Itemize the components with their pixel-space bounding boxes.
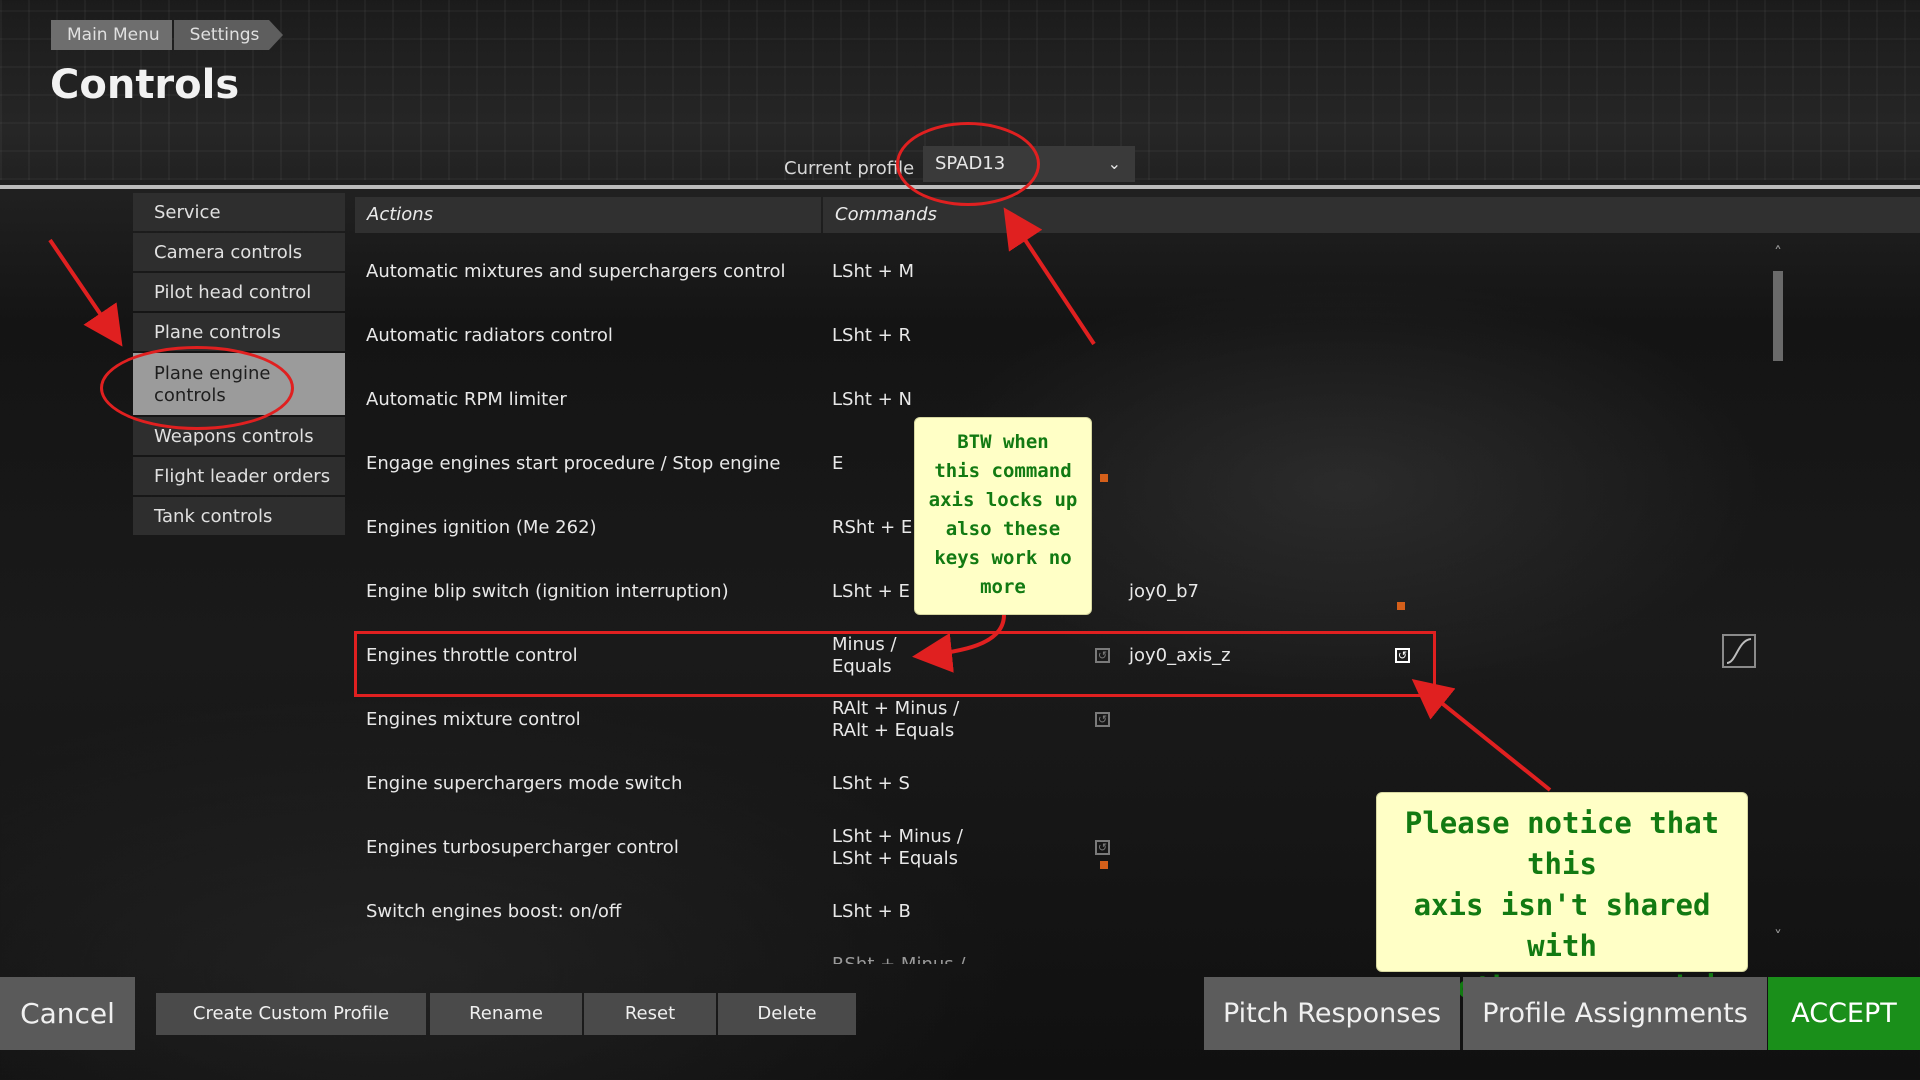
note-line: more [980, 576, 1026, 598]
response-curve-graphic [1726, 638, 1752, 664]
divider [0, 185, 1920, 189]
action-label: Automatic mixtures and superchargers con… [366, 261, 786, 282]
table-row[interactable]: Automatic mixtures and superchargers con… [355, 240, 1755, 304]
reset-binding-icon[interactable]: ↺ [1395, 648, 1410, 663]
action-label: Engage engines start procedure / Stop en… [366, 453, 781, 474]
table-row[interactable]: Automatic radiators control LSht + R [355, 304, 1755, 368]
reset-binding-icon[interactable]: ↺ [1095, 648, 1110, 663]
profile-row: Current profile SPAD13 ⌄ [0, 146, 1920, 186]
note-line: BTW when [957, 431, 1049, 453]
rename-button[interactable]: Rename [430, 993, 582, 1035]
note-line: Please notice that this [1404, 806, 1720, 881]
command-binding[interactable]: LSht + E [832, 581, 910, 603]
command-binding-secondary[interactable]: joy0_b7 [1129, 581, 1199, 602]
action-label: Engines ignition (Me 262) [366, 517, 597, 538]
note-line: keys work no [934, 547, 1072, 569]
note-line: also these [945, 518, 1061, 540]
annotation-note-small: BTW when this command axis locks up also… [914, 417, 1092, 615]
command-binding[interactable]: LSht + M [832, 261, 914, 283]
sidebar-item-label-line2: controls [154, 385, 226, 406]
page-title: Controls [50, 62, 240, 108]
accept-button[interactable]: ACCEPT [1768, 977, 1920, 1050]
reset-button[interactable]: Reset [584, 993, 716, 1035]
response-curve-icon[interactable] [1722, 634, 1756, 668]
create-custom-profile-button[interactable]: Create Custom Profile [156, 993, 426, 1035]
warning-marker-icon [1100, 861, 1108, 869]
command-binding[interactable]: Minus / Equals [832, 634, 897, 678]
table-row[interactable]: Engines throttle control Minus / Equals … [355, 624, 1755, 688]
breadcrumb: Main Menu Settings [51, 20, 284, 50]
command-line: LSht + Minus / [832, 826, 963, 847]
command-binding[interactable]: RSht + Minus / [832, 954, 965, 964]
sidebar-item-plane-engine-controls[interactable]: Plane engine controls [133, 353, 345, 415]
category-sidebar: Service Camera controls Pilot head contr… [133, 193, 345, 537]
command-binding[interactable]: LSht + N [832, 389, 912, 411]
action-label: Engine superchargers mode switch [366, 773, 683, 794]
sidebar-item-camera-controls[interactable]: Camera controls [133, 233, 345, 271]
delete-button[interactable]: Delete [718, 993, 856, 1035]
command-binding[interactable]: E [832, 453, 843, 475]
action-label: Automatic radiators control [366, 325, 613, 346]
sidebar-item-pilot-head-control[interactable]: Pilot head control [133, 273, 345, 311]
command-line: Equals [832, 656, 892, 677]
command-binding[interactable]: LSht + B [832, 901, 911, 923]
table-row[interactable]: Engines mixture control RAlt + Minus / R… [355, 688, 1755, 752]
sidebar-item-service[interactable]: Service [133, 193, 345, 231]
action-label: Engines mixture control [366, 709, 581, 730]
action-label: Engines throttle control [366, 645, 578, 666]
action-label: Automatic RPM limiter [366, 389, 567, 410]
scroll-up-icon[interactable]: ˄ [1770, 245, 1786, 261]
warning-marker-icon [1397, 602, 1405, 610]
command-binding[interactable]: LSht + S [832, 773, 910, 795]
note-line: this command [934, 460, 1072, 482]
reset-binding-icon[interactable]: ↺ [1095, 840, 1110, 855]
warning-marker-icon [1100, 474, 1108, 482]
command-binding[interactable]: RAlt + Minus / RAlt + Equals [832, 698, 959, 742]
pitch-responses-button[interactable]: Pitch Responses [1204, 977, 1460, 1050]
annotation-arrow [48, 238, 123, 347]
bottom-toolbar: Cancel Create Custom Profile Rename Rese… [0, 977, 1920, 1050]
action-label: Engine blip switch (ignition interruptio… [366, 581, 729, 602]
sidebar-item-flight-leader-orders[interactable]: Flight leader orders [133, 457, 345, 495]
header-actions: Actions [355, 197, 821, 233]
profile-label: Current profile [784, 158, 915, 179]
profile-value: SPAD13 [935, 153, 1006, 174]
command-binding[interactable]: LSht + Minus / LSht + Equals [832, 826, 963, 870]
command-line: Minus / [832, 634, 897, 655]
annotation-note-big: Please notice that this axis isn't share… [1376, 792, 1748, 1045]
note-line: axis locks up [928, 489, 1078, 511]
command-binding-secondary[interactable]: joy0_axis_z [1129, 645, 1231, 666]
scroll-down-icon[interactable]: ˅ [1770, 929, 1786, 945]
header-commands: Commands [823, 197, 1920, 233]
action-label: Switch engines boost: on/off [366, 901, 622, 922]
command-line: RAlt + Equals [832, 720, 955, 741]
command-line: LSht + Equals [832, 848, 959, 869]
reset-binding-icon[interactable]: ↺ [1095, 712, 1110, 727]
breadcrumb-main-menu[interactable]: Main Menu [51, 20, 172, 50]
command-line: RAlt + Minus / [832, 698, 960, 719]
sidebar-item-tank-controls[interactable]: Tank controls [133, 497, 345, 535]
chevron-down-icon: ⌄ [1107, 154, 1121, 173]
sidebar-item-plane-controls[interactable]: Plane controls [133, 313, 345, 351]
command-binding[interactable]: LSht + R [832, 325, 911, 347]
breadcrumb-settings[interactable]: Settings [173, 20, 284, 50]
profile-assignments-button[interactable]: Profile Assignments [1463, 977, 1767, 1050]
sidebar-item-weapons-controls[interactable]: Weapons controls [133, 417, 345, 455]
action-label: Engines turbosupercharger control [366, 837, 679, 858]
cancel-button[interactable]: Cancel [0, 977, 135, 1050]
table-scrollbar[interactable]: ˄ ˅ [1770, 245, 1786, 945]
command-binding[interactable]: RSht + E [832, 517, 912, 539]
scroll-thumb[interactable] [1773, 271, 1783, 361]
table-header: Actions Commands [355, 197, 1920, 233]
sidebar-item-label-line1: Plane engine [154, 363, 271, 384]
note-line: axis isn't shared with [1413, 888, 1711, 963]
profile-select[interactable]: SPAD13 ⌄ [923, 146, 1135, 182]
